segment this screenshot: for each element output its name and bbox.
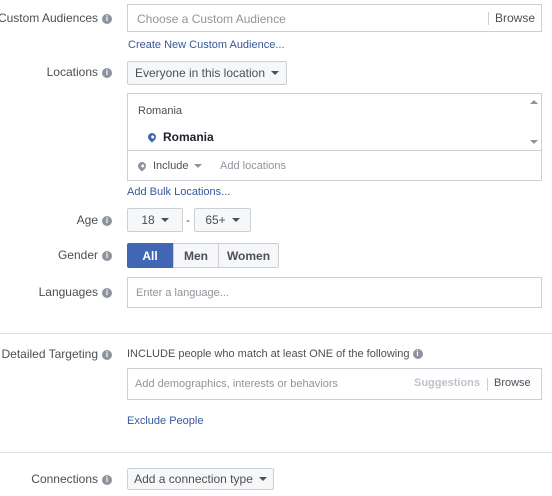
detailed-targeting-input[interactable]: Add demographics, interests or behaviors… [127,368,542,400]
chevron-down-icon [160,218,169,222]
age-dash: - [186,213,190,227]
chevron-down-icon [231,218,240,222]
section-divider [0,452,552,453]
language-placeholder: Enter a language... [136,287,229,299]
custom-audience-placeholder: Choose a Custom Audience [137,12,286,26]
section-divider [0,333,552,334]
add-locations-input[interactable]: Add locations [220,160,286,172]
gender-men-button[interactable]: Men [173,243,219,268]
location-type-dropdown[interactable]: Everyone in this location [127,61,287,85]
chevron-down-icon [194,164,203,168]
connection-type-dropdown[interactable]: Add a connection type [127,468,274,490]
locations-label: Locations i [47,65,112,79]
age-min-dropdown[interactable]: 18 [127,208,183,232]
info-icon[interactable]: i [102,216,112,226]
info-icon[interactable]: i [102,288,112,298]
browse-divider [488,12,489,25]
location-pin-icon [146,131,158,143]
exclude-people-link[interactable]: Exclude People [127,415,203,427]
add-bulk-locations-link[interactable]: Add Bulk Locations... [127,186,230,198]
gender-women-button[interactable]: Women [218,243,279,268]
custom-audience-input[interactable]: Choose a Custom Audience Browse [127,4,542,32]
detailed-targeting-label: Detailed Targeting i [1,347,112,361]
gender-label: Gender i [58,248,112,262]
detailed-targeting-description: INCLUDE people who match at least ONE of… [127,348,423,360]
info-icon[interactable]: i [102,68,112,78]
gender-all-button[interactable]: All [127,243,173,268]
info-icon[interactable]: i [102,251,112,261]
detailed-targeting-placeholder: Add demographics, interests or behaviors [135,378,338,390]
scroll-down-icon[interactable] [530,140,538,144]
info-icon[interactable]: i [102,14,112,24]
scroll-up-icon[interactable] [530,100,538,104]
browse-divider [487,378,488,391]
list-scrollbar[interactable] [527,94,541,150]
location-pin-icon [136,160,148,172]
location-add-row: Include Add locations [127,150,542,181]
suggestions-button[interactable]: Suggestions [414,377,480,389]
info-icon[interactable]: i [102,475,112,485]
chevron-down-icon [258,477,267,481]
include-dropdown[interactable]: Include [136,160,203,172]
selected-location: Romania [146,130,214,144]
create-custom-audience-link[interactable]: Create New Custom Audience... [128,39,285,51]
location-group-title: Romania [138,105,183,117]
connections-label: Connections i [31,472,112,486]
age-label: Age i [77,213,112,227]
languages-label: Languages i [39,285,112,299]
info-icon[interactable]: i [102,350,112,360]
browse-button[interactable]: Browse [494,377,531,389]
custom-audiences-label: Custom Audiences i [0,11,112,25]
browse-button[interactable]: Browse [495,11,535,25]
language-input[interactable]: Enter a language... [127,277,542,308]
info-icon[interactable]: i [412,349,423,359]
location-list-box: Romania Romania [127,93,542,151]
chevron-down-icon [271,71,280,75]
age-max-dropdown[interactable]: 65+ [194,208,251,232]
